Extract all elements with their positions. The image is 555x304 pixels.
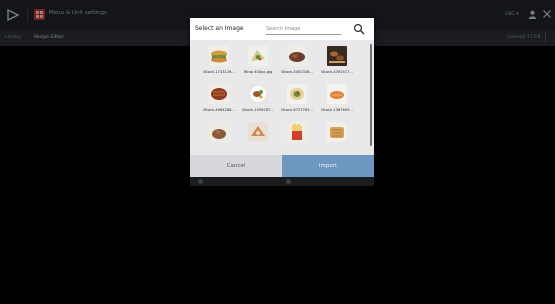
image-tile[interactable]: iStock-1733126... xyxy=(199,46,239,76)
image-caption: Wrap 400px.jpg xyxy=(243,70,273,74)
image-tile[interactable]: iStock-4984288... xyxy=(199,84,239,114)
image-tile[interactable]: iStock-4761517... xyxy=(317,46,357,76)
image-tile[interactable]: iStock-1056787... xyxy=(238,84,278,114)
image-caption: iStock-6757763... xyxy=(281,108,313,112)
image-tile[interactable] xyxy=(277,122,317,152)
image-tile[interactable] xyxy=(199,122,239,152)
dialog-footer-strip xyxy=(190,177,374,186)
image-thumbnail[interactable] xyxy=(327,46,347,66)
image-thumbnail[interactable] xyxy=(209,46,229,66)
pager-dot xyxy=(286,179,291,184)
image-caption: iStock-4761517... xyxy=(321,70,353,74)
dialog-title: Select an Image xyxy=(195,25,244,32)
search-icon[interactable] xyxy=(353,23,365,35)
image-thumbnail[interactable] xyxy=(209,122,229,142)
image-caption: iStock-1056787... xyxy=(242,108,274,112)
image-tile[interactable] xyxy=(238,122,278,152)
image-thumbnail[interactable] xyxy=(287,46,307,66)
image-thumbnail[interactable] xyxy=(248,84,268,104)
image-thumbnail[interactable] xyxy=(248,46,268,66)
select-image-dialog: Select an Image iStock-1733126... Wrap 40… xyxy=(190,18,374,186)
dialog-header: Select an Image xyxy=(190,18,374,40)
image-caption: iStock-4984288... xyxy=(203,108,235,112)
image-caption: iStock-1733126... xyxy=(203,70,235,74)
image-thumbnail[interactable] xyxy=(327,122,347,142)
image-tile[interactable]: iStock-1387609... xyxy=(317,84,357,114)
cancel-button[interactable]: Cancel xyxy=(190,155,282,177)
image-tile[interactable] xyxy=(317,122,357,152)
image-thumbnail[interactable] xyxy=(287,122,307,142)
image-caption: iStock-5402338... xyxy=(281,70,313,74)
image-thumbnail[interactable] xyxy=(209,84,229,104)
image-tile[interactable]: iStock-5402338... xyxy=(277,46,317,76)
grid-scrollbar[interactable] xyxy=(370,44,372,146)
image-tile[interactable]: Wrap 400px.jpg xyxy=(238,46,278,76)
image-thumbnail[interactable] xyxy=(287,84,307,104)
pager-dot xyxy=(198,179,203,184)
image-thumbnail[interactable] xyxy=(327,84,347,104)
import-button[interactable]: Import xyxy=(282,155,374,177)
app-window: Menu & Unit settings ENG ▾ Library Recip… xyxy=(0,0,555,304)
image-tile[interactable]: iStock-6757763... xyxy=(277,84,317,114)
image-grid: iStock-1733126... Wrap 400px.jpg iStock-54… xyxy=(190,40,374,155)
dialog-actions: Cancel Import xyxy=(190,155,374,177)
image-caption: iStock-1387609... xyxy=(321,108,353,112)
search-input[interactable] xyxy=(266,24,341,35)
image-thumbnail[interactable] xyxy=(248,122,268,142)
